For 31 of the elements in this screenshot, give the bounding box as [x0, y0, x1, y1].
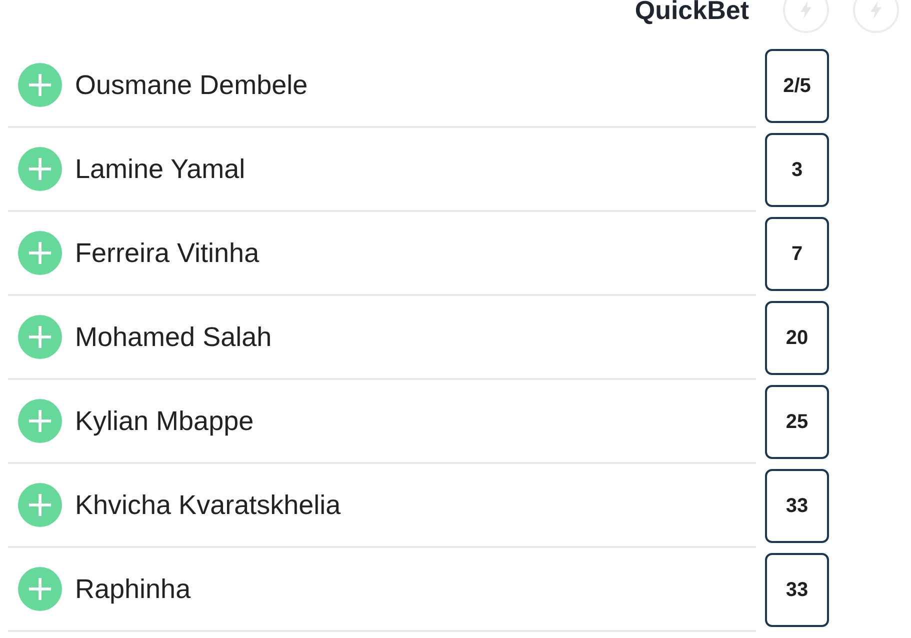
- plus-icon: [27, 72, 53, 98]
- plus-icon: [27, 324, 53, 350]
- plus-icon: [27, 408, 53, 434]
- add-button[interactable]: [18, 567, 62, 611]
- odds-button[interactable]: 20: [765, 301, 829, 375]
- player-name: Lamine Yamal: [75, 154, 246, 184]
- odds-button[interactable]: 2/5: [765, 49, 829, 123]
- player-name: Mohamed Salah: [75, 322, 272, 352]
- player-name: Khvicha Kvaratskhelia: [75, 490, 341, 520]
- add-button[interactable]: [18, 147, 62, 191]
- odds-button[interactable]: 33: [765, 469, 829, 543]
- quickbet-toggle[interactable]: [783, 0, 829, 33]
- odds-button[interactable]: 7: [765, 217, 829, 291]
- plus-icon: [27, 240, 53, 266]
- player-name: Ousmane Dembele: [75, 70, 308, 100]
- player-name: Raphinha: [75, 574, 191, 604]
- plus-icon: [27, 156, 53, 182]
- player-name: Ferreira Vitinha: [75, 238, 260, 268]
- odds-button[interactable]: 3: [765, 133, 829, 207]
- add-button[interactable]: [18, 483, 62, 527]
- add-button[interactable]: [18, 231, 62, 275]
- odds-button[interactable]: 25: [765, 385, 829, 459]
- add-button[interactable]: [18, 63, 62, 107]
- plus-icon: [27, 492, 53, 518]
- add-button[interactable]: [18, 315, 62, 359]
- player-name: Kylian Mbappe: [75, 406, 254, 436]
- add-button[interactable]: [18, 399, 62, 443]
- plus-icon: [27, 576, 53, 602]
- quickbet-label: QuickBet: [634, 0, 749, 26]
- quickbet-toggle[interactable]: [853, 0, 899, 33]
- odds-button[interactable]: 33: [765, 553, 829, 627]
